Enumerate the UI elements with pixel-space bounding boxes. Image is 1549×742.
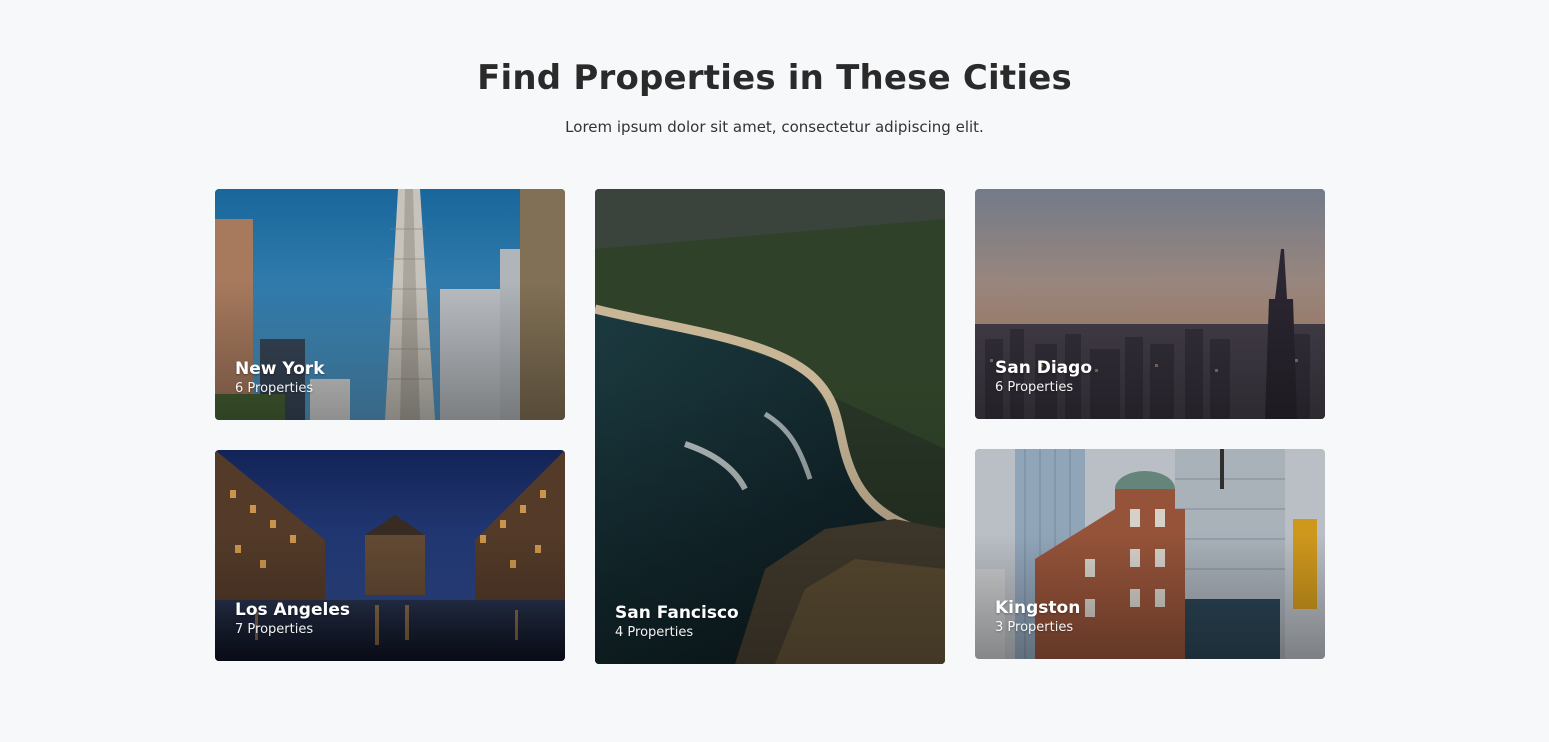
property-count: 6 Properties bbox=[995, 380, 1074, 395]
city-card-san-diago[interactable]: San Diago 6 Properties bbox=[975, 189, 1325, 419]
city-name: San Fancisco bbox=[615, 603, 739, 623]
city-card-los-angeles[interactable]: Los Angeles 7 Properties bbox=[215, 450, 565, 661]
city-card-kingston[interactable]: Kingston 3 Properties bbox=[975, 449, 1325, 659]
property-count: 6 Properties bbox=[235, 381, 314, 396]
card-overlay bbox=[595, 189, 945, 664]
city-name: Kingston bbox=[995, 598, 1081, 618]
city-name: San Diago bbox=[995, 358, 1092, 378]
property-count: 4 Properties bbox=[615, 625, 694, 640]
city-name: Los Angeles bbox=[235, 600, 350, 620]
property-count: 3 Properties bbox=[995, 620, 1074, 635]
city-card-new-york[interactable]: New York 6 Properties bbox=[215, 189, 565, 420]
section-subtitle: Lorem ipsum dolor sit amet, consectetur … bbox=[565, 118, 984, 136]
section-title: Find Properties in These Cities bbox=[477, 58, 1072, 98]
city-name: New York bbox=[235, 359, 325, 379]
property-count: 7 Properties bbox=[235, 622, 314, 637]
city-card-san-francisco[interactable]: San Fancisco 4 Properties bbox=[595, 189, 945, 664]
